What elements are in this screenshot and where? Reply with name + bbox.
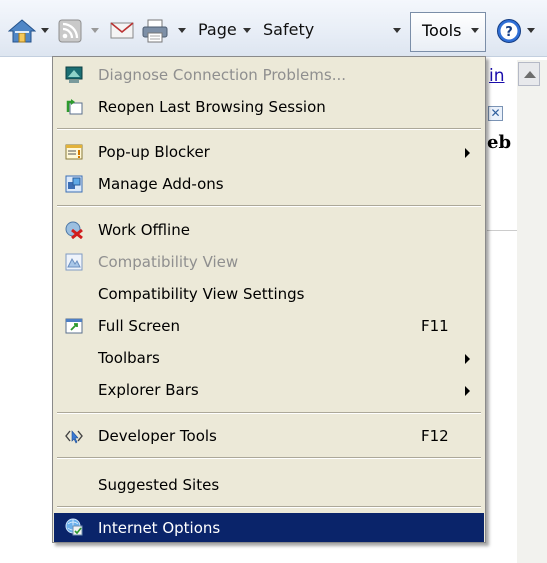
menu-item-compatibility-view[interactable]: Compatibility View	[54, 247, 484, 279]
menu-item-toolbars[interactable]: Toolbars	[54, 343, 484, 375]
menu-item-explorer-bars[interactable]: Explorer Bars	[54, 375, 484, 407]
menu-item-label: Suggested Sites	[98, 476, 220, 494]
read-mail-button[interactable]	[110, 16, 134, 46]
menu-item-work-offline[interactable]: Work Offline	[54, 215, 484, 247]
menu-item-internet-options[interactable]: Internet Options	[54, 513, 484, 542]
menu-item-label: Internet Options	[98, 519, 221, 537]
menu-item-reopen-last-browsing-session[interactable]: Reopen Last Browsing Session	[54, 92, 484, 124]
menu-item-label: Diagnose Connection Problems...	[98, 66, 347, 84]
tools-menu-label: Tools	[422, 21, 462, 40]
printer-icon	[142, 19, 168, 43]
menu-item-label: Work Offline	[98, 221, 190, 239]
compatibility-view-icon	[65, 253, 83, 271]
home-dropdown-arrow[interactable]	[41, 28, 49, 33]
home-button[interactable]	[8, 16, 36, 46]
page-divider	[487, 230, 517, 231]
menu-item-label: Developer Tools	[98, 427, 217, 445]
menu-item-full-screen[interactable]: Full Screen F11	[54, 311, 484, 343]
menu-item-developer-tools[interactable]: Developer Tools F12	[54, 421, 484, 453]
menu-item-label: Pop-up Blocker	[98, 143, 210, 161]
feeds-dropdown-arrow[interactable]	[91, 28, 99, 33]
developer-tools-icon	[65, 430, 83, 444]
menu-item-suggested-sites[interactable]: Suggested Sites	[54, 470, 484, 502]
page-partial-text: eb	[487, 132, 512, 153]
menu-item-compatibility-view-settings[interactable]: Compatibility View Settings	[54, 279, 484, 311]
internet-options-icon	[65, 518, 83, 536]
diagnose-connection-icon	[65, 66, 83, 83]
work-offline-icon	[65, 221, 83, 239]
menu-item-popup-blocker[interactable]: Pop-up Blocker	[54, 137, 484, 169]
vertical-scrollbar[interactable]	[517, 60, 547, 563]
command-bar: Page Safety Tools ?	[0, 0, 547, 57]
tools-dropdown-arrow	[471, 28, 479, 33]
home-icon	[8, 19, 36, 43]
help-dropdown-arrow[interactable]	[527, 28, 535, 33]
menu-item-label: Explorer Bars	[98, 381, 199, 399]
page-dropdown-arrow[interactable]	[243, 28, 251, 33]
menu-separator	[57, 128, 481, 130]
page-menu-button[interactable]: Page	[198, 20, 237, 39]
manage-addons-icon	[65, 175, 83, 193]
menu-item-label: Compatibility View	[98, 253, 239, 271]
menu-item-label: Toolbars	[98, 349, 160, 367]
safety-dropdown-arrow[interactable]	[393, 28, 401, 33]
menu-item-label: Compatibility View Settings	[98, 285, 305, 303]
menu-item-diagnose-connection-problems[interactable]: Diagnose Connection Problems...	[54, 60, 484, 92]
tools-menu-button[interactable]: Tools	[410, 12, 486, 52]
submenu-arrow-icon	[465, 386, 470, 396]
menu-separator	[57, 457, 481, 459]
full-screen-icon	[65, 318, 83, 334]
page-link[interactable]: in	[489, 66, 505, 86]
menu-item-manage-add-ons[interactable]: Manage Add-ons	[54, 169, 484, 201]
help-button[interactable]: ?	[496, 16, 522, 46]
menu-separator	[57, 205, 481, 207]
submenu-arrow-icon	[465, 354, 470, 364]
submenu-arrow-icon	[465, 148, 470, 158]
close-icon[interactable]: ✕	[488, 106, 503, 121]
safety-menu-label: Safety	[263, 20, 315, 39]
page-menu-label: Page	[198, 20, 237, 39]
help-icon: ?	[497, 19, 521, 43]
feeds-icon	[58, 19, 82, 43]
menu-item-label: Reopen Last Browsing Session	[98, 98, 326, 116]
menu-separator	[57, 412, 481, 414]
safety-menu-button[interactable]: Safety	[263, 20, 314, 39]
svg-text:?: ?	[505, 25, 513, 40]
print-button[interactable]	[142, 16, 168, 46]
reopen-session-icon	[66, 99, 83, 115]
menu-item-label: Manage Add-ons	[98, 175, 224, 193]
menu-separator	[57, 506, 481, 508]
menu-item-shortcut: F11	[421, 317, 449, 335]
menu-item-label: Full Screen	[98, 317, 180, 335]
popup-blocker-icon	[65, 144, 83, 160]
feeds-button[interactable]	[58, 16, 82, 46]
tools-menu: Diagnose Connection Problems... Reopen L…	[52, 56, 486, 543]
menu-item-shortcut: F12	[421, 427, 449, 445]
print-dropdown-arrow[interactable]	[178, 28, 186, 33]
scroll-up-button[interactable]	[518, 62, 540, 86]
mail-icon	[110, 22, 134, 39]
